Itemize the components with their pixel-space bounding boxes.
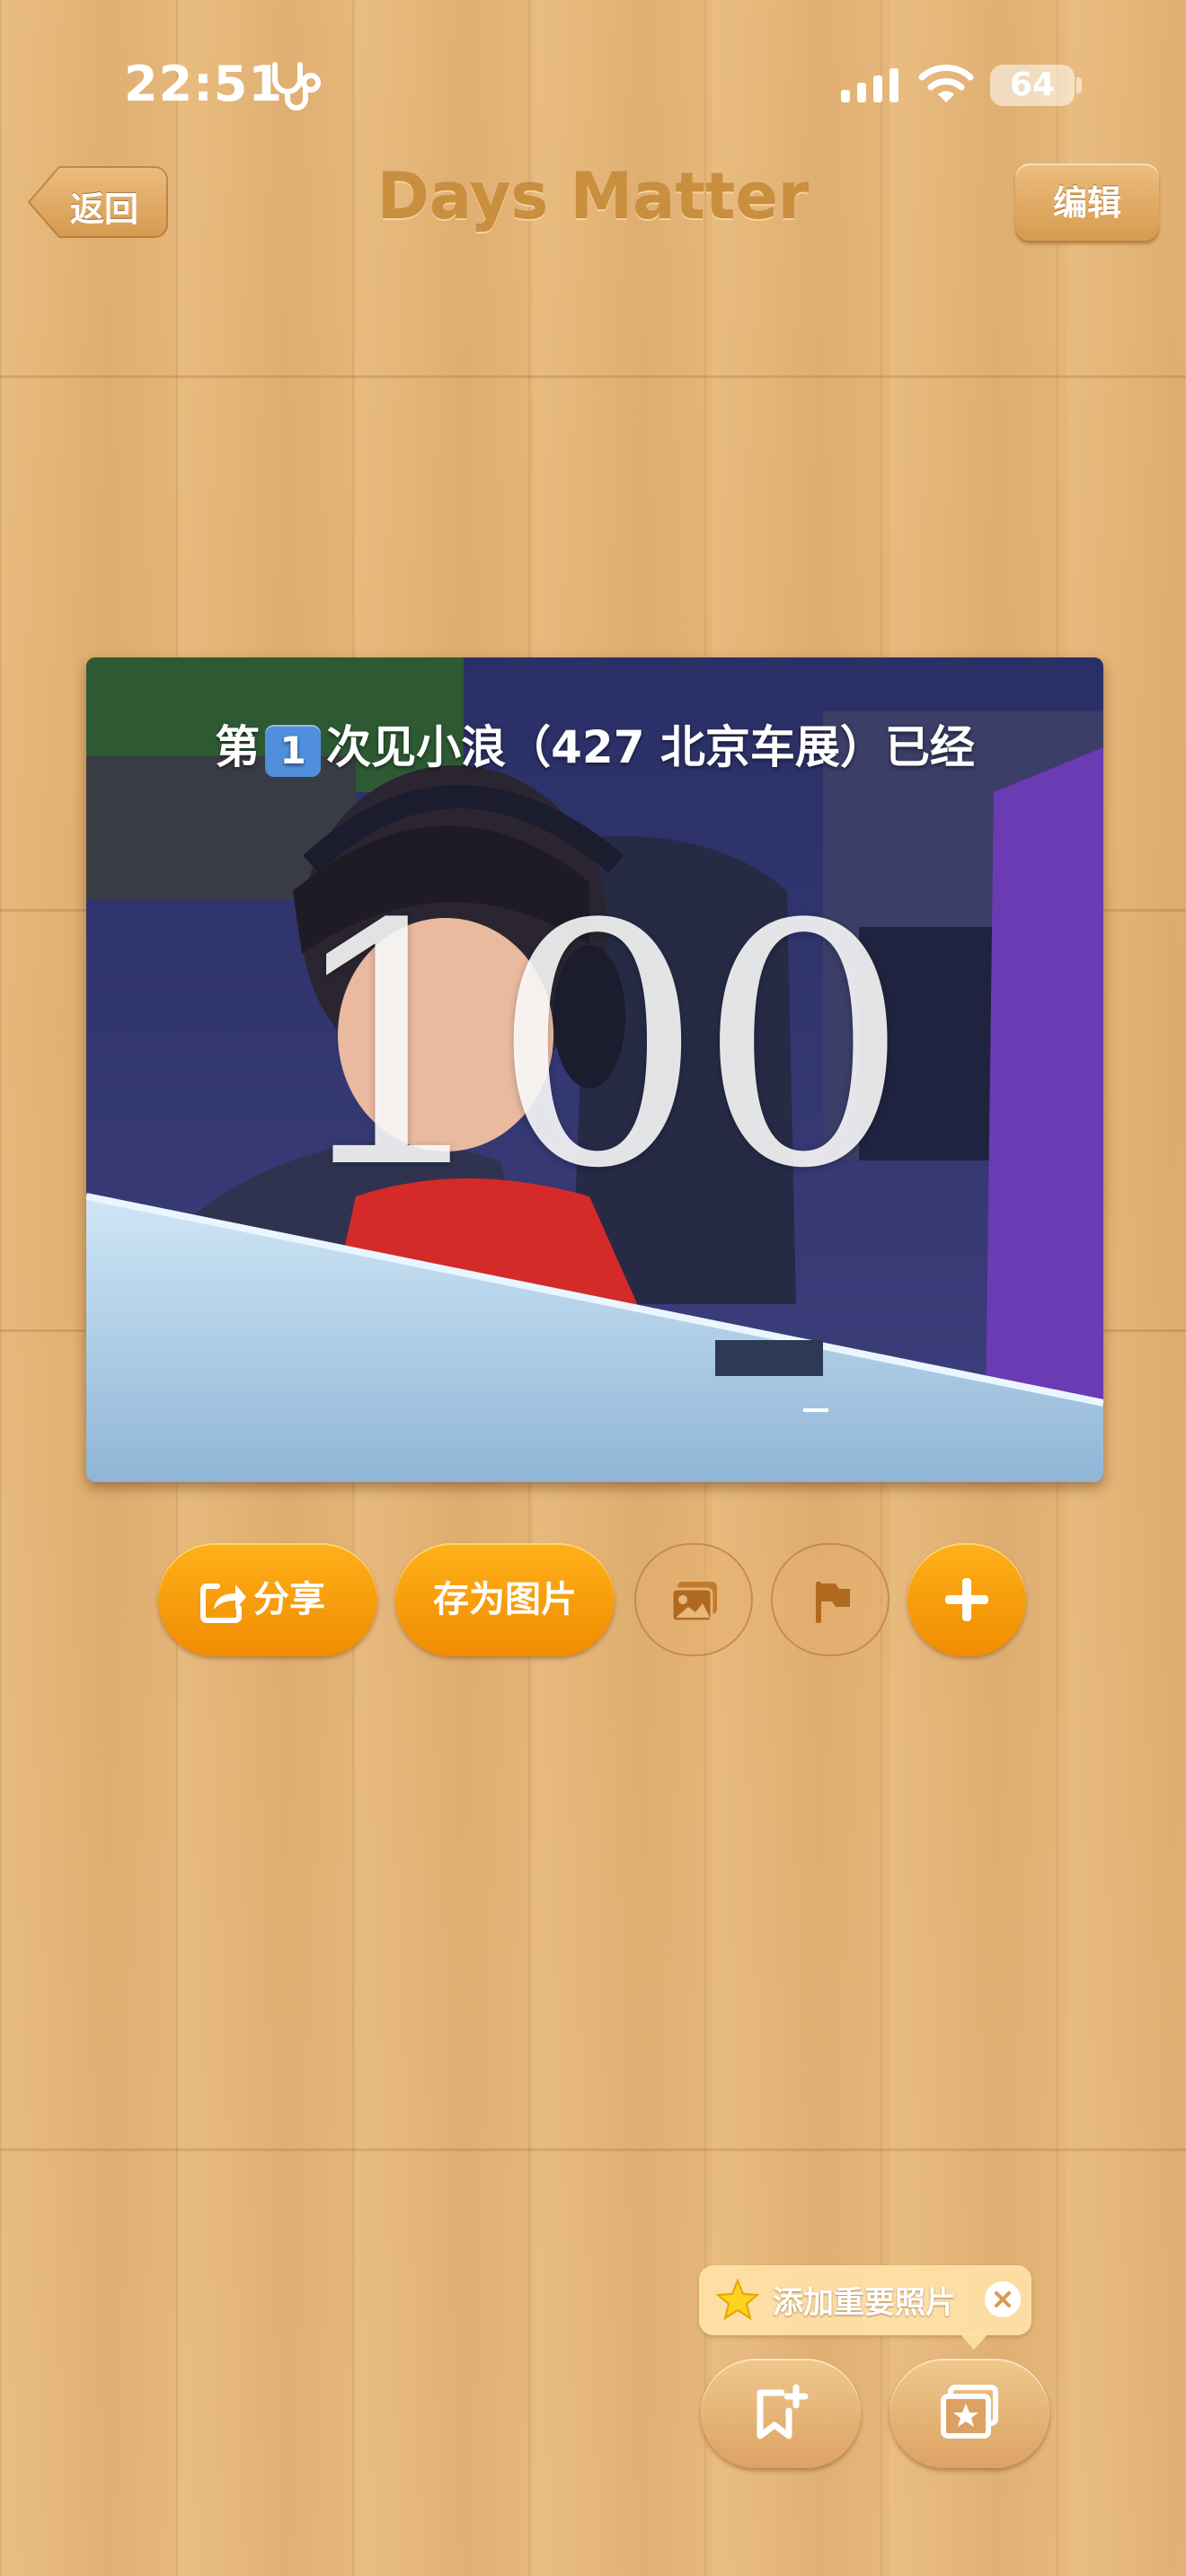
photo-icon xyxy=(670,1582,717,1623)
days-count: 100 xyxy=(285,855,909,1241)
event-title-prefix: 第 xyxy=(215,721,261,773)
wood-seam xyxy=(0,2148,1186,2151)
wifi-icon xyxy=(918,65,974,102)
event-number-badge: 1 xyxy=(265,724,322,777)
share-icon xyxy=(200,1584,246,1623)
bookmark-add-icon xyxy=(757,2384,809,2439)
share-button-label: 分享 xyxy=(253,1579,325,1620)
photo-button[interactable] xyxy=(634,1543,753,1656)
status-time: 22:51 xyxy=(124,56,283,112)
plus-icon xyxy=(945,1578,988,1621)
tooltip-close-button[interactable] xyxy=(985,2281,1021,2317)
event-title-text: 次见小浪（427 北京车展）已经 xyxy=(326,721,975,773)
flag-button[interactable] xyxy=(771,1543,890,1656)
save-image-button[interactable]: 存为图片 xyxy=(395,1543,615,1656)
close-icon xyxy=(995,2291,1011,2307)
add-photo-tooltip[interactable]: 添加重要照片 xyxy=(699,2265,1031,2350)
event-title: 第 1 次见小浪（427 北京车展）已经 xyxy=(86,711,1103,777)
share-button[interactable]: 分享 xyxy=(158,1543,377,1656)
add-bookmark-button[interactable] xyxy=(701,2359,861,2468)
stethoscope-icon xyxy=(272,62,321,110)
photo-frame-star-icon xyxy=(941,2385,998,2439)
tooltip-label: 添加重要照片 xyxy=(773,2285,956,2321)
flag-icon xyxy=(816,1582,850,1623)
important-photo-button[interactable] xyxy=(890,2359,1049,2468)
wood-seam xyxy=(0,375,1186,378)
star-icon xyxy=(715,2278,760,2321)
add-button[interactable] xyxy=(907,1543,1026,1656)
battery-icon: 64 xyxy=(990,65,1075,106)
signal-icon xyxy=(841,68,898,102)
status-bar: 22:51 64 xyxy=(0,0,1186,171)
event-card[interactable]: 第 1 次见小浪（427 北京车展）已经 100 xyxy=(86,657,1103,1482)
tooltip-tail xyxy=(960,2333,988,2350)
edit-button[interactable]: 编辑 xyxy=(1015,163,1159,243)
battery-nub xyxy=(1076,77,1082,93)
page-title: Days Matter xyxy=(376,160,810,234)
